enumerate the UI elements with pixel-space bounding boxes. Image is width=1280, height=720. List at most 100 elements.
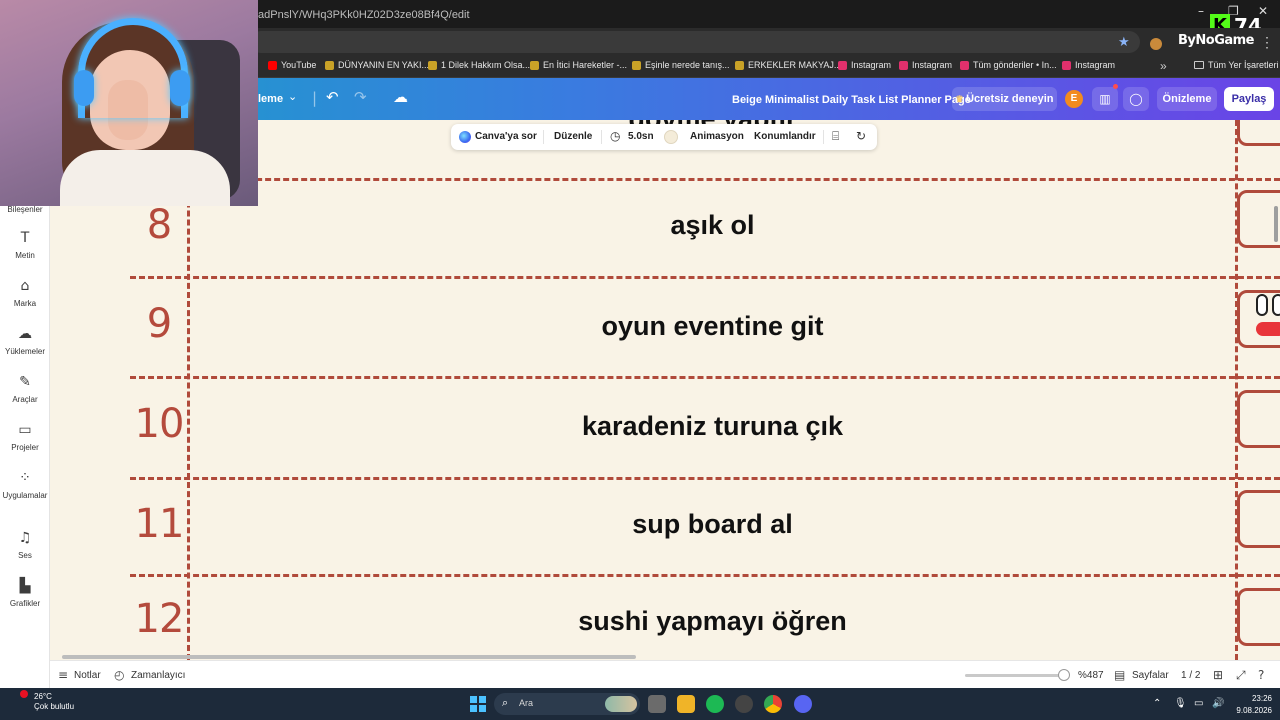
- cloud-save-icon[interactable]: ☁: [393, 88, 408, 106]
- sidebar-item-tools[interactable]: ✎ Araçlar: [0, 374, 50, 404]
- insights-chart-icon[interactable]: ▥: [1092, 87, 1118, 111]
- zoom-level[interactable]: %487: [1078, 670, 1104, 681]
- notes-button[interactable]: Notlar: [74, 670, 101, 681]
- tray-chevron-icon[interactable]: ⌃: [1153, 698, 1161, 709]
- sidebar-item-uploads[interactable]: ☁ Yüklemeler: [0, 326, 50, 356]
- task-checkbox[interactable]: [1237, 588, 1280, 646]
- charts-icon: ▙: [19, 578, 31, 594]
- extension-icon[interactable]: [1150, 38, 1162, 50]
- task-text[interactable]: aşık ol: [190, 210, 1235, 241]
- weather-widget[interactable]: 26°C Çok bulutlu: [6, 692, 74, 712]
- sidebar-item-apps[interactable]: ⁘ Uygulamalar: [0, 470, 50, 500]
- fullscreen-icon[interactable]: ⤢: [1236, 668, 1246, 683]
- horizontal-scrollbar[interactable]: [62, 655, 636, 659]
- avatar[interactable]: E: [1065, 90, 1083, 108]
- clock-date: 9.08.2026: [1236, 706, 1272, 715]
- view-menu[interactable]: leme: [258, 93, 283, 105]
- volume-icon[interactable]: 🔊: [1212, 698, 1224, 709]
- bookmark-star-icon[interactable]: ★: [1118, 34, 1130, 50]
- bookmark-item[interactable]: Instagram: [1062, 60, 1115, 70]
- task-text[interactable]: oyun eventine git: [190, 311, 1235, 342]
- try-free-button[interactable]: ♛ Ücretsiz deneyin: [952, 87, 1057, 111]
- bookmark-item[interactable]: ERKEKLER MAKYAJ...: [735, 60, 841, 70]
- youtube-icon: [268, 60, 277, 70]
- minimize-icon[interactable]: –: [1198, 4, 1204, 18]
- sidebar-item-brand[interactable]: ⌂ Marka: [0, 278, 50, 308]
- timer-button[interactable]: Zamanlayıcı: [131, 670, 185, 681]
- grid-view-icon[interactable]: ⊞: [1213, 668, 1223, 682]
- bookmark-item[interactable]: Tüm gönderiler • In...: [960, 60, 1057, 70]
- bookmark-item[interactable]: Instagram: [899, 60, 952, 70]
- paint-format-icon[interactable]: ⌸: [832, 129, 839, 144]
- file-explorer-icon[interactable]: [677, 695, 695, 713]
- bookmark-item[interactable]: Instagram: [838, 60, 891, 70]
- edit-button[interactable]: Düzenle: [554, 131, 592, 142]
- help-icon[interactable]: ?: [1258, 668, 1264, 682]
- undo-icon[interactable]: ↶: [326, 88, 339, 106]
- notes-icon[interactable]: ≡: [58, 668, 68, 682]
- sidebar-item-charts[interactable]: ▙ Grafikler: [0, 578, 50, 608]
- vertical-scrollbar[interactable]: [1274, 206, 1278, 242]
- sidebar-item-projects[interactable]: ▭ Projeler: [0, 422, 50, 452]
- ask-canva-button[interactable]: Canva'ya sor: [475, 131, 537, 142]
- task-view-icon[interactable]: [648, 695, 666, 713]
- task-text[interactable]: sup board al: [190, 509, 1235, 540]
- instagram-icon: [838, 60, 847, 70]
- network-icon[interactable]: ▭: [1194, 698, 1203, 709]
- bookmark-item[interactable]: En İtici Hareketler -...: [530, 60, 627, 70]
- browser-menu-icon[interactable]: ⋮: [1260, 34, 1274, 51]
- chevron-down-icon[interactable]: ⌄: [288, 90, 297, 103]
- url-text[interactable]: adPnslY/WHq3PKk0HZ02D3ze08Bf4Q/edit: [258, 9, 470, 21]
- task-checkbox[interactable]: [1237, 490, 1280, 548]
- search-placeholder: Ara: [519, 698, 534, 708]
- bookmark-item[interactable]: YouTube: [268, 60, 316, 70]
- task-checkbox[interactable]: [1237, 120, 1280, 146]
- share-button[interactable]: Paylaş: [1224, 87, 1274, 111]
- chrome-icon[interactable]: [764, 695, 782, 713]
- bynogame-extension[interactable]: ByNoGame: [1178, 33, 1255, 48]
- bookmark-favicon-icon: [735, 60, 744, 70]
- sidebar-item-text[interactable]: T Metin: [0, 230, 50, 260]
- url-field[interactable]: [250, 31, 1140, 53]
- crown-icon: ♛: [955, 94, 967, 104]
- row-divider: [130, 376, 1280, 379]
- sidebar-item-audio[interactable]: ♫ Ses: [0, 530, 50, 560]
- task-text[interactable]: karadeniz turuna çık: [190, 411, 1235, 442]
- task-text[interactable]: sushi yapmayı öğren: [190, 606, 1235, 637]
- sidebar-item-label: Projeler: [11, 443, 39, 452]
- clock-time: 23:26: [1251, 694, 1272, 703]
- bookmark-item[interactable]: DÜNYANIN EN YAKI...: [325, 60, 429, 70]
- preview-button[interactable]: Önizleme: [1157, 87, 1217, 111]
- bookmark-item[interactable]: 1 Dilek Hakkım Olsa...: [428, 60, 530, 70]
- sidebar-item-label: Bileşenler: [7, 205, 43, 214]
- pages-button[interactable]: Sayfalar: [1132, 670, 1169, 681]
- page-counter: 1 / 2: [1181, 670, 1201, 681]
- duration-button[interactable]: 5.0sn: [628, 131, 654, 142]
- spotify-icon[interactable]: [706, 695, 724, 713]
- timer-icon[interactable]: ◴: [114, 668, 124, 682]
- task-checkbox[interactable]: [1237, 390, 1280, 448]
- sticker-face-icon[interactable]: [1250, 290, 1280, 348]
- refresh-icon[interactable]: ↻: [856, 129, 866, 143]
- windows-start-icon[interactable]: [470, 696, 486, 712]
- color-picker[interactable]: [664, 130, 678, 144]
- animation-button[interactable]: Animasyon: [690, 131, 744, 142]
- bookmark-item[interactable]: Eşinle nerede tanış...: [632, 60, 730, 70]
- zoom-slider-handle[interactable]: [1058, 669, 1070, 681]
- comment-icon[interactable]: ◯: [1123, 87, 1149, 111]
- row-divider: [130, 178, 1280, 181]
- document-title[interactable]: Beige Minimalist Daily Task List Planner…: [732, 94, 971, 106]
- redo-icon[interactable]: ↷: [354, 88, 367, 106]
- discord-icon[interactable]: [794, 695, 812, 713]
- app-icon[interactable]: [735, 695, 753, 713]
- position-button[interactable]: Konumlandır: [754, 131, 816, 142]
- mic-icon[interactable]: 🎙: [1174, 698, 1187, 709]
- more-bookmarks-icon[interactable]: »: [1160, 59, 1167, 73]
- system-clock[interactable]: 23:26 9.08.2026: [1232, 693, 1272, 717]
- pages-icon[interactable]: ▤: [1114, 668, 1125, 682]
- all-bookmarks[interactable]: Tüm Yer İşaretleri: [1194, 60, 1279, 70]
- clock-icon[interactable]: ◷: [610, 129, 620, 143]
- search-icon: ⌕: [502, 696, 509, 709]
- zoom-slider[interactable]: [965, 674, 1063, 677]
- text-icon: T: [20, 230, 30, 246]
